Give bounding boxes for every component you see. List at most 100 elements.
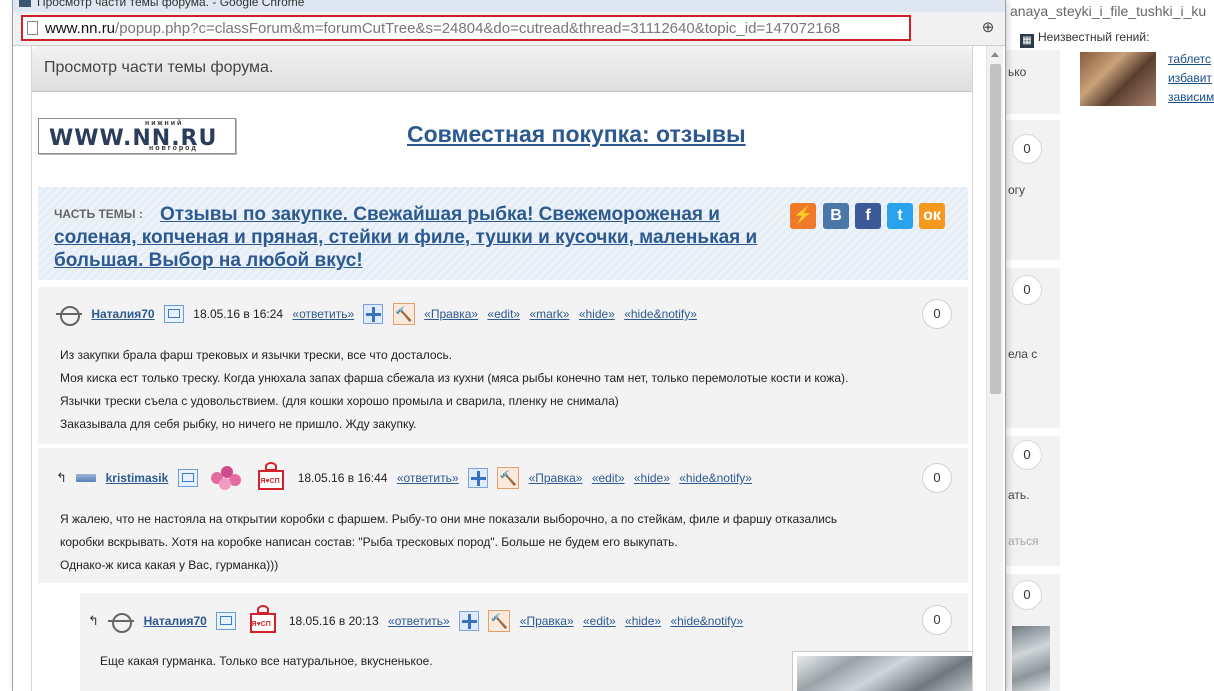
address-bar: www.nn.ru/popup.php?c=classForum&m=forum… (13, 12, 1005, 46)
reply-link[interactable]: «ответить» (388, 614, 450, 628)
hammer-icon[interactable]: 🔨 (497, 467, 520, 489)
hide-link[interactable]: «hide» (634, 471, 670, 485)
lightning-share-icon[interactable]: ⚡ (790, 203, 816, 229)
scroll-up-arrow-icon[interactable] (991, 52, 999, 57)
edit-link[interactable]: «edit» (583, 614, 616, 628)
bg-snippet: огу (1008, 183, 1026, 197)
sp-gift-label: Я♥СП (260, 478, 280, 485)
post-date: 18.05.16 в 16:24 (193, 307, 284, 321)
mark-link[interactable]: «mark» (529, 307, 569, 321)
bg-reply-count[interactable]: 0 (1012, 580, 1042, 610)
edit-ru-link[interactable]: «Правка» (520, 614, 574, 628)
popup-content: Просмотр части темы форума. нижний WWW.N… (31, 46, 973, 691)
logo-bottom: новгород (149, 145, 198, 152)
attached-image-content (797, 656, 972, 691)
edit-link[interactable]: «edit» (592, 471, 625, 485)
sp-gift-icon: Я♥СП (254, 462, 288, 494)
bg-photo[interactable] (1012, 626, 1050, 691)
bg-reply-count[interactable]: 0 (1012, 440, 1042, 470)
scrollbar-thumb[interactable] (990, 64, 1001, 394)
gift-icon[interactable] (363, 304, 384, 324)
username-link[interactable]: Наталия70 (144, 614, 207, 628)
hide-link[interactable]: «hide» (625, 614, 661, 628)
username-link[interactable]: kristimasik (106, 471, 169, 485)
user-rank-icon (108, 613, 135, 633)
reply-link[interactable]: «ответить» (397, 471, 459, 485)
hammer-icon[interactable]: 🔨 (488, 610, 511, 632)
reply-count[interactable]: 0 (922, 605, 952, 635)
forum-post: Наталия70 18.05.16 в 16:24 «ответить» 🔨 … (38, 286, 968, 444)
twitter-share-icon[interactable]: t (887, 203, 913, 229)
bg-reply-count[interactable]: 0 (1012, 134, 1042, 164)
post-line: Однако-ж киса какая у Вас, гурманка))) (60, 558, 279, 572)
reply-count[interactable]: 0 (922, 463, 952, 493)
forum-post: ↰ Наталия70 Я♥СП 18.05.16 в 20:13 «ответ… (80, 592, 972, 691)
reply-count[interactable]: 0 (922, 299, 952, 329)
bg-link[interactable]: избавит (1168, 71, 1212, 85)
post-line: Моя киска ест только треску. Когда унюха… (60, 371, 849, 385)
post-body: Я жалею, что не настояла на открытии кор… (60, 508, 837, 577)
post-header: Наталия70 18.05.16 в 16:24 «ответить» 🔨 … (56, 303, 703, 326)
post-date: 18.05.16 в 16:44 (297, 471, 388, 485)
topic-title-link[interactable]: Отзывы по закупке. Свежайшая рыбка! Свеж… (54, 203, 794, 272)
post-body: Из закупки брала фарш трековых и язычки … (60, 344, 848, 436)
app-icon (19, 0, 31, 7)
url-path: /popup.php?c=classForum&m=forumCutTree&s… (115, 20, 841, 37)
post-body: Еще какая гурманка. Только все натуральн… (100, 650, 433, 673)
forum-title-link[interactable]: Совместная покупка: отзывы (407, 121, 746, 148)
post-header: ↰ kristimasik Я♥СП 18.05.16 в 16:44 «отв… (56, 462, 758, 492)
post-header: ↰ Наталия70 Я♥СП 18.05.16 в 20:13 «ответ… (88, 605, 749, 635)
site-logo[interactable]: нижний WWW.NN.RU новгород (38, 118, 236, 154)
content-header: Просмотр части темы форума. (32, 46, 972, 92)
post-line: Еще какая гурманка. Только все натуральн… (100, 654, 433, 668)
bg-reply-count[interactable]: 0 (1012, 275, 1042, 305)
edit-ru-link[interactable]: «Правка» (424, 307, 478, 321)
vk-share-icon[interactable]: В (823, 203, 849, 229)
bg-card (1005, 50, 1060, 114)
hide-notify-link[interactable]: «hide&notify» (624, 307, 697, 321)
edit-ru-link[interactable]: «Правка» (529, 471, 583, 485)
vertical-scrollbar[interactable] (986, 46, 1003, 691)
page-icon (27, 21, 38, 35)
user-rank-icon (56, 306, 82, 326)
gift-icon[interactable] (459, 611, 480, 631)
gift-icon[interactable] (467, 468, 488, 488)
window-titlebar[interactable]: Просмотр части темы форума. - Google Chr… (13, 0, 1005, 12)
page-title: Просмотр части темы форума. (44, 59, 274, 76)
sp-gift-label: Я♥СП (251, 621, 271, 628)
facebook-share-icon[interactable]: f (855, 203, 881, 229)
post-line: Я жалею, что не настояла на открытии кор… (60, 512, 838, 526)
post-line: Язычки трески съела с удовольствием. (дл… (60, 394, 619, 408)
bg-snippet[interactable]: аться (1008, 534, 1039, 548)
mail-icon[interactable] (163, 305, 184, 323)
bg-thumbnail[interactable] (1080, 52, 1156, 106)
reply-link[interactable]: «ответить» (292, 307, 354, 321)
zoom-icon[interactable]: ⊕ (979, 19, 997, 37)
edit-link[interactable]: «edit» (487, 307, 520, 321)
hide-notify-link[interactable]: «hide&notify» (679, 471, 752, 485)
post-line: Заказывала для себя рыбку, но ничего не … (60, 417, 417, 431)
bg-link[interactable]: таблетс (1168, 52, 1211, 66)
hide-link[interactable]: «hide» (579, 307, 615, 321)
hammer-icon[interactable]: 🔨 (392, 303, 415, 325)
bookmark-item[interactable]: ▦ Неизвестный гений: (1020, 30, 1149, 48)
bg-snippet: ела с (1008, 347, 1038, 361)
hide-notify-link[interactable]: «hide&notify» (670, 614, 743, 628)
odnoklassniki-share-icon[interactable]: ок (919, 203, 945, 229)
user-rank-icon (76, 474, 97, 482)
bg-link[interactable]: зависим (1168, 90, 1214, 104)
mail-icon[interactable] (216, 612, 237, 630)
flower-award-icon (207, 464, 245, 492)
username-link[interactable]: Наталия70 (91, 307, 154, 321)
bookmark-icon: ▦ (1020, 34, 1034, 48)
post-line: Из закупки брала фарш трековых и язычки … (60, 348, 453, 362)
bookmark-label: Неизвестный гений: (1038, 30, 1150, 44)
topic-box: ЧАСТЬ ТЕМЫ : Отзывы по закупке. Свежайша… (38, 187, 968, 280)
attached-image[interactable] (792, 651, 972, 691)
url-text: www.nn.ru/popup.php?c=classForum&m=forum… (45, 20, 840, 37)
url-field[interactable]: www.nn.ru/popup.php?c=classForum&m=forum… (21, 15, 911, 41)
popup-window: Просмотр части темы форума. - Google Chr… (12, 0, 1006, 691)
url-host: www.nn.ru (45, 20, 116, 37)
mail-icon[interactable] (177, 469, 198, 487)
forum-post: ↰ kristimasik Я♥СП 18.05.16 в 16:44 «отв… (38, 447, 968, 583)
